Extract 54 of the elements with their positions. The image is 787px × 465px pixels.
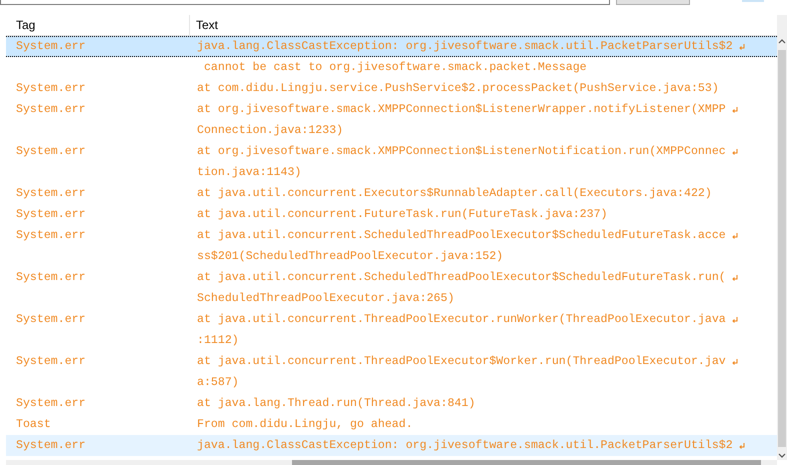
message-text: at java.util.concurrent.Executors$RunnableAdapter.call(Executors.java:422) — [197, 187, 712, 200]
message-text: :1112) — [197, 334, 239, 347]
log-row[interactable]: Toast From com.didu.Lingju, go ahead. — [6, 414, 777, 435]
log-row[interactable]: System.err java.lang.ClassCastException: org.jivesoftware.smack.util.PacketParserUtils$2 — [6, 36, 777, 57]
log-row[interactable]: System.err at org.jivesoftware.smack.XMPPConnection$ListenerNotification.run(XMPPConnec — [6, 141, 777, 162]
message-text: at com.didu.Lingju.service.PushService$2.processPacket(PushService.java:53) — [197, 82, 719, 95]
log-row[interactable]: System.err at java.util.concurrent.ScheduledThreadPoolExecutor$ScheduledFutureTask.run( — [6, 267, 777, 288]
log-row[interactable]: System.err at org.jivesoftware.smack.XMPPConnection$ListenerWrapper.notifyListener(XMPP — [6, 99, 777, 120]
message-text: at java.util.concurrent.ThreadPoolExecutor$Worker.run(ThreadPoolExecutor.jav — [197, 355, 726, 368]
message-text: at org.jivesoftware.smack.XMPPConnection$ListenerNotification.run(XMPPConnec — [197, 145, 726, 158]
horizontal-scrollbar[interactable] — [6, 460, 777, 465]
message-text: cannot be cast to org.jivesoftware.smack.packet.Message — [202, 61, 587, 74]
message-text: Connection.java:1233) — [197, 124, 344, 137]
message-text: at org.jivesoftware.smack.XMPPConnection$ListenerWrapper.notifyListener(XMPP — [197, 103, 726, 116]
message-text: ss$201(ScheduledThreadPoolExecutor.java:152) — [197, 250, 504, 263]
tag-cell: System.err — [16, 439, 86, 452]
scrollbar-thumb[interactable] — [778, 50, 786, 447]
message-text: a:587) — [197, 376, 239, 389]
tag-cell: System.err — [16, 208, 86, 221]
column-header[interactable]: Text — [190, 15, 777, 35]
log-row[interactable]: System.err at java.util.concurrent.ScheduledThreadPoolExecutor$ScheduledFutureTask.acce — [6, 225, 777, 246]
tag-cell: System.err — [16, 229, 86, 242]
message-text: at java.lang.Thread.run(Thread.java:841) — [197, 397, 476, 410]
message-text: java.lang.ClassCastException: org.jivesoftware.smack.util.PacketParserUtils$2 — [197, 439, 733, 452]
vertical-scrollbar[interactable] — [777, 15, 787, 460]
log-row[interactable]: System.err at java.util.concurrent.FutureTask.run(FutureTask.java:237) — [6, 204, 777, 225]
log-row[interactable]: System.err at java.util.concurrent.Executors$RunnableAdapter.call(Executors.java:422) — [6, 183, 777, 204]
tag-cell: System.err — [16, 187, 86, 200]
scroll-up-icon[interactable] — [778, 39, 786, 44]
tag-cell: System.err — [16, 82, 86, 95]
tag-cell: Toast — [16, 418, 51, 431]
message-text: ScheduledThreadPoolExecutor.java:265) — [197, 292, 454, 305]
tag-cell: System.err — [16, 271, 86, 284]
message-text: at java.util.concurrent.ScheduledThreadPoolExecutor$ScheduledFutureTask.run( — [197, 271, 726, 284]
tag-cell: System.err — [16, 145, 86, 158]
message-text: at java.util.concurrent.ScheduledThreadPoolExecutor$ScheduledFutureTask.acce — [197, 229, 726, 242]
log-row[interactable]: System.err at java.util.concurrent.ThreadPoolExecutor.runWorker(ThreadPoolExecutor.java — [6, 309, 777, 330]
column-header[interactable]: Tag — [6, 15, 190, 35]
tag-cell: System.err — [16, 355, 86, 368]
message-text: at java.util.concurrent.ThreadPoolExecutor.runWorker(ThreadPoolExecutor.java — [197, 313, 726, 326]
message-text: java.lang.ClassCastException: org.jivesoftware.smack.util.PacketParserUtils$2 — [197, 40, 733, 53]
tag-cell: System.err — [16, 40, 86, 53]
tag-cell: System.err — [16, 103, 86, 116]
scroll-down-icon[interactable] — [778, 453, 786, 458]
message-text: From com.didu.Lingju, go ahead. — [197, 418, 413, 431]
message-text: at java.util.concurrent.FutureTask.run(FutureTask.java:237) — [197, 208, 608, 221]
tag-cell: System.err — [16, 397, 86, 410]
log-row[interactable]: System.err at java.util.concurrent.ThreadPoolExecutor$Worker.run(ThreadPoolExecutor.jav — [6, 351, 777, 372]
message-text: tion.java:1143) — [197, 166, 302, 179]
scrollbar-thumb[interactable] — [292, 460, 761, 465]
tag-cell: System.err — [16, 313, 86, 326]
log-row[interactable]: System.err at java.lang.Thread.run(Thread.java:841) — [6, 393, 777, 414]
log-row[interactable]: System.err java.lang.ClassCastException: org.jivesoftware.smack.util.PacketParserUtils$2 — [6, 435, 777, 456]
log-row[interactable]: System.err at com.didu.Lingju.service.PushService$2.processPacket(PushService.java:53) — [6, 78, 777, 99]
